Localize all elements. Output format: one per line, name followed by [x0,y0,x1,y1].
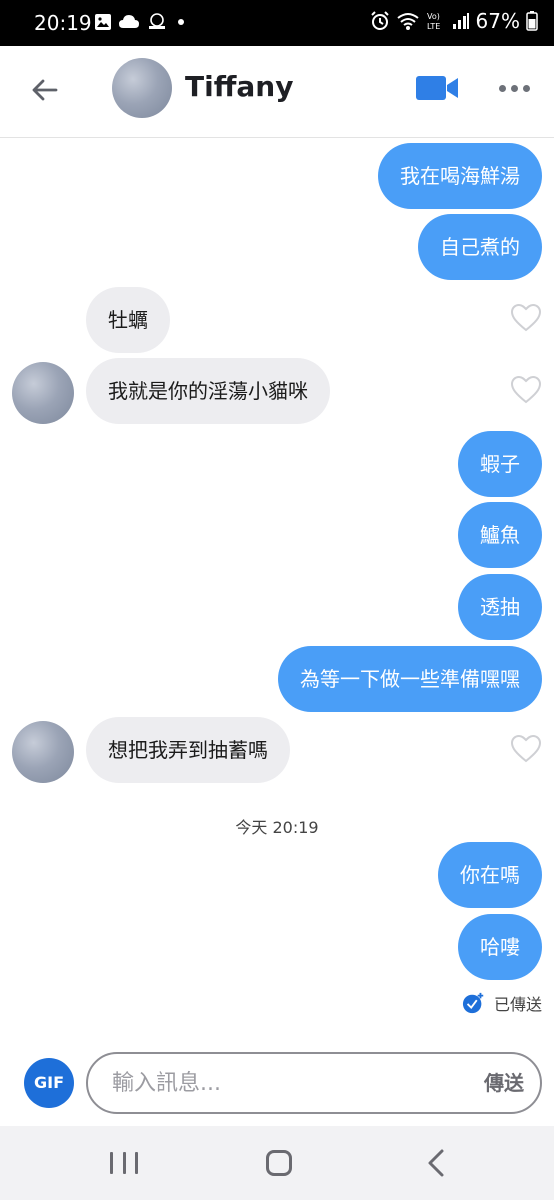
video-camera-icon [416,76,458,100]
heart-icon[interactable] [510,375,542,405]
cloud-icon [119,15,139,28]
timestamp: 今天 20:19 [235,818,319,837]
heart-icon[interactable] [510,734,542,764]
dot-icon [178,19,184,25]
heart-icon[interactable] [510,303,542,333]
message-bubble[interactable]: 透抽 [458,574,542,640]
wifi-icon [396,13,419,30]
message-bubble[interactable]: 我就是你的淫蕩小貓咪 [86,358,330,424]
message-list[interactable]: 我在喝海鮮湯 自己煮的 牡蠣 我就是你的淫蕩小貓咪 蝦子 鱸魚 透抽 為等一下做… [0,139,554,1044]
svg-text:LTE: LTE [427,22,440,31]
header-avatar[interactable] [112,58,172,118]
sent-status: 已傳送 [462,991,542,1015]
status-time: 20:19 [34,11,92,35]
recents-icon[interactable] [110,1152,138,1174]
message-bubble[interactable]: 為等一下做一些準備嘿嘿 [278,646,542,712]
send-button[interactable]: 傳送 [484,1054,524,1112]
avatar[interactable] [12,362,74,424]
back-arrow-icon [32,79,58,101]
battery-icon [526,11,538,31]
back-icon[interactable] [424,1148,448,1178]
app-icon [149,13,165,29]
message-input-wrapper: 傳送 [86,1052,542,1114]
message-bubble[interactable]: 牡蠣 [86,287,170,353]
sent-status-label: 已傳送 [493,995,542,1014]
video-call-button[interactable] [414,72,460,104]
composer: GIF 傳送 [0,1044,554,1126]
alarm-icon [370,11,389,30]
battery-percent: 67% [475,9,520,33]
message-bubble[interactable]: 蝦子 [458,431,542,497]
avatar[interactable] [12,721,74,783]
signal-icon [452,13,469,29]
system-nav-bar [0,1126,554,1200]
status-right-icons: Vo) LTE 67% [370,9,538,33]
status-bar: 20:19 Vo) LTE 67% [0,0,554,46]
message-bubble[interactable]: 你在嗎 [438,842,542,908]
status-left-icons [94,13,188,31]
volte-icon: Vo)LTE [427,12,440,31]
back-button[interactable] [24,70,64,110]
message-input[interactable] [112,1054,442,1112]
message-bubble[interactable]: 自己煮的 [418,214,542,280]
message-bubble[interactable]: 哈嘍 [458,914,542,980]
gif-button[interactable]: GIF [24,1058,74,1108]
message-bubble[interactable]: 想把我弄到抽蓄嗎 [86,717,290,783]
home-icon[interactable] [266,1150,292,1176]
image-icon [95,14,111,30]
more-dots-icon[interactable] [494,72,534,104]
contact-name[interactable]: Tiffany [185,70,293,103]
sent-check-icon [462,992,484,1014]
message-bubble[interactable]: 鱸魚 [458,502,542,568]
message-bubble[interactable]: 我在喝海鮮湯 [378,143,542,209]
chat-header: Tiffany [0,46,554,138]
svg-text:Vo): Vo) [427,12,440,21]
